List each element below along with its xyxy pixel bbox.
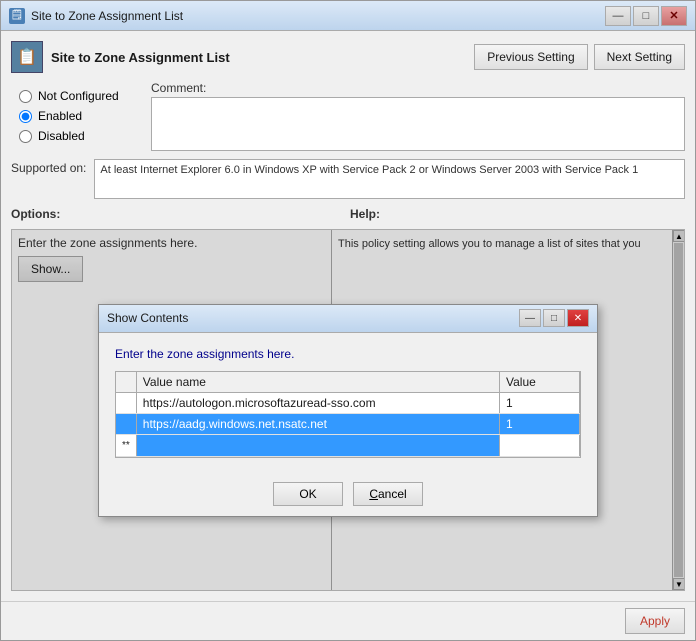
modal-minimize-button[interactable]: — bbox=[519, 309, 541, 327]
window-title: Site to Zone Assignment List bbox=[31, 9, 183, 23]
options-help-labels: Options: Help: bbox=[11, 207, 685, 221]
modal-content: Enter the zone assignments here. Value n… bbox=[99, 333, 597, 472]
close-button[interactable]: ✕ bbox=[661, 6, 687, 26]
empty-row-indicator: ** bbox=[116, 434, 136, 456]
main-window: 🗒 Site to Zone Assignment List — □ ✕ 📋 S… bbox=[0, 0, 696, 641]
supported-label: Supported on: bbox=[11, 159, 86, 175]
header-row: 📋 Site to Zone Assignment List Previous … bbox=[11, 41, 685, 73]
modal-maximize-button[interactable]: □ bbox=[543, 309, 565, 327]
title-bar-left: 🗒 Site to Zone Assignment List bbox=[9, 8, 183, 24]
empty-row-value[interactable] bbox=[500, 434, 580, 456]
modal-window: Show Contents — □ ✕ Enter the zone assig… bbox=[98, 304, 598, 517]
table-col-value-name: Value name bbox=[136, 372, 499, 393]
next-setting-button[interactable]: Next Setting bbox=[594, 44, 685, 70]
modal-cancel-button[interactable]: Cancel bbox=[353, 482, 423, 506]
modal-title-bar: Show Contents — □ ✕ bbox=[99, 305, 597, 333]
radio-section: Not Configured Enabled Disabled bbox=[11, 81, 151, 151]
modal-instruction: Enter the zone assignments here. bbox=[115, 347, 581, 361]
comment-section: Comment: bbox=[151, 81, 685, 151]
window-content: 📋 Site to Zone Assignment List Previous … bbox=[1, 31, 695, 601]
row-value[interactable]: 1 bbox=[500, 392, 580, 413]
modal-ok-button[interactable]: OK bbox=[273, 482, 343, 506]
title-bar-controls: — □ ✕ bbox=[605, 6, 687, 26]
options-label: Options: bbox=[11, 207, 346, 221]
row-value[interactable]: 1 bbox=[500, 413, 580, 434]
apply-button[interactable]: Apply bbox=[625, 608, 685, 634]
not-configured-radio[interactable]: Not Configured bbox=[19, 89, 143, 103]
enabled-radio[interactable]: Enabled bbox=[19, 109, 143, 123]
header-left: 📋 Site to Zone Assignment List bbox=[11, 41, 230, 73]
bottom-area: Enter the zone assignments here. Show...… bbox=[11, 229, 685, 591]
modal-close-button[interactable]: ✕ bbox=[567, 309, 589, 327]
header-buttons: Previous Setting Next Setting bbox=[474, 44, 685, 70]
table-row[interactable]: https://aadg.windows.net.nsatc.net1 bbox=[116, 413, 580, 434]
disabled-radio[interactable]: Disabled bbox=[19, 129, 143, 143]
modal-overlay: Show Contents — □ ✕ Enter the zone assig… bbox=[12, 230, 684, 590]
app-icon: 🗒 bbox=[9, 8, 25, 24]
modal-table: Value name Value https://autologon.micro… bbox=[116, 372, 580, 457]
row-indicator bbox=[116, 413, 136, 434]
help-label: Help: bbox=[350, 207, 685, 221]
maximize-button[interactable]: □ bbox=[633, 6, 659, 26]
comment-label: Comment: bbox=[151, 81, 685, 95]
policy-icon: 📋 bbox=[11, 41, 43, 73]
modal-title: Show Contents bbox=[107, 311, 188, 325]
modal-controls: — □ ✕ bbox=[519, 309, 589, 327]
row-value-name[interactable]: https://autologon.microsoftazuread-sso.c… bbox=[136, 392, 499, 413]
table-row[interactable]: https://autologon.microsoftazuread-sso.c… bbox=[116, 392, 580, 413]
bottom-bar: Apply bbox=[1, 601, 695, 640]
table-empty-row: ** bbox=[116, 434, 580, 456]
radio-comment-area: Not Configured Enabled Disabled Comment: bbox=[11, 81, 685, 151]
minimize-button[interactable]: — bbox=[605, 6, 631, 26]
modal-table-container: Value name Value https://autologon.micro… bbox=[115, 371, 581, 458]
cancel-underline-c: C bbox=[369, 487, 378, 501]
comment-textarea[interactable] bbox=[151, 97, 685, 151]
previous-setting-button[interactable]: Previous Setting bbox=[474, 44, 587, 70]
table-col-value: Value bbox=[500, 372, 580, 393]
title-bar: 🗒 Site to Zone Assignment List — □ ✕ bbox=[1, 1, 695, 31]
supported-text: At least Internet Explorer 6.0 in Window… bbox=[94, 159, 685, 199]
supported-row: Supported on: At least Internet Explorer… bbox=[11, 159, 685, 199]
policy-title: Site to Zone Assignment List bbox=[51, 50, 230, 65]
row-value-name[interactable]: https://aadg.windows.net.nsatc.net bbox=[136, 413, 499, 434]
modal-footer: OK Cancel bbox=[99, 472, 597, 516]
table-col-indicator bbox=[116, 372, 136, 393]
row-indicator bbox=[116, 392, 136, 413]
empty-row-name[interactable] bbox=[136, 434, 499, 456]
